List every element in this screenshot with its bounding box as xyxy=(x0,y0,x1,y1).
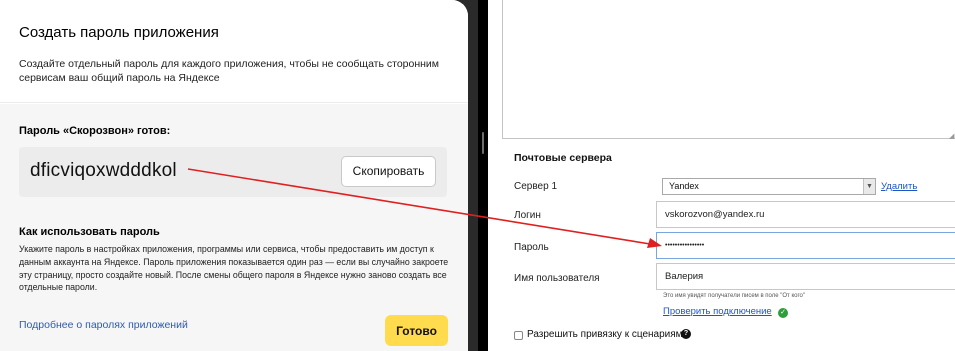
dialog-subtitle: Создайте отдельный пароль для каждого пр… xyxy=(19,58,440,84)
howto-title: Как использовать пароль xyxy=(19,226,160,238)
allow-scenarios-label: Разрешить привязку к сценариям xyxy=(527,329,683,340)
copy-button[interactable]: Скопировать xyxy=(341,156,436,187)
login-label: Логин xyxy=(514,210,541,221)
username-label: Имя пользователя xyxy=(514,273,600,284)
generated-password-box: dficviqoxwdddkol Скопировать xyxy=(19,147,447,197)
chevron-down-icon[interactable]: ▼ xyxy=(863,179,875,194)
more-about-app-passwords-link[interactable]: Подробнее о паролях приложений xyxy=(19,319,188,331)
login-input[interactable]: vskorozvon@yandex.ru xyxy=(656,201,955,228)
mail-settings-panel: ◢ Почтовые сервера Сервер 1 Yandex ▼ Уда… xyxy=(488,0,955,351)
password-label: Пароль xyxy=(514,242,549,253)
allow-scenarios-checkbox[interactable] xyxy=(514,331,523,340)
dialog-header: Создать пароль приложения Создайте отдел… xyxy=(0,0,468,103)
howto-text: Укажите пароль в настройках приложения, … xyxy=(19,244,449,293)
mail-servers-title: Почтовые сервера xyxy=(514,152,612,164)
check-success-icon: ✓ xyxy=(778,308,788,318)
help-icon[interactable]: ? xyxy=(681,329,691,339)
username-input[interactable]: Валерия xyxy=(656,263,955,290)
password-ready-label: Пароль «Скорозвон» готов: xyxy=(19,125,171,137)
password-input[interactable]: •••••••••••••••• xyxy=(656,232,955,259)
split-divider[interactable] xyxy=(478,0,488,351)
server-label: Сервер 1 xyxy=(514,181,558,192)
divider-handle[interactable] xyxy=(482,132,484,154)
generated-password[interactable]: dficviqoxwdddkol xyxy=(30,160,177,182)
done-button[interactable]: Готово xyxy=(385,315,448,346)
delete-server-link[interactable]: Удалить xyxy=(881,181,917,192)
app-password-dialog: Создать пароль приложения Создайте отдел… xyxy=(0,0,468,351)
check-connection-link[interactable]: Проверить подключение xyxy=(663,306,772,317)
resize-grip-icon[interactable]: ◢ xyxy=(949,133,955,140)
text-area[interactable] xyxy=(502,0,955,139)
server-select-value: Yandex xyxy=(669,181,699,191)
username-hint: Это имя увидят получатели писем в поле "… xyxy=(663,293,806,299)
server-select[interactable]: Yandex ▼ xyxy=(662,178,876,195)
dialog-title: Создать пароль приложения xyxy=(19,24,219,41)
